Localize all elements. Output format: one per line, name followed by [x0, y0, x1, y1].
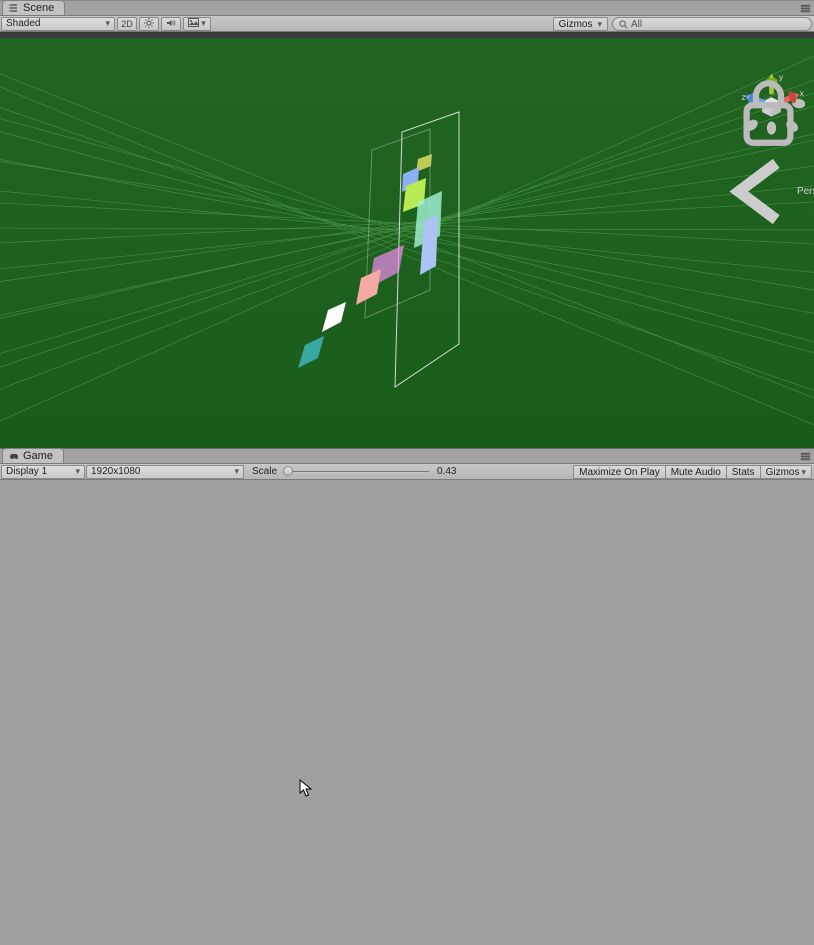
image-icon	[188, 18, 199, 29]
scene-toolbar: Shaded 2D ▾ Gizmos All	[0, 16, 814, 32]
resolution-dropdown[interactable]: 1920x1080	[86, 465, 244, 479]
game-tab[interactable]: Game	[2, 448, 64, 463]
game-toolbar: Display 1 1920x1080 Scale 0.43 Maximize …	[0, 464, 814, 480]
scene-viewport[interactable]: y x z Persp	[0, 32, 814, 448]
lock-icon[interactable]	[731, 74, 806, 152]
stats-label: Stats	[732, 467, 755, 478]
scene-search-input[interactable]: All	[612, 17, 812, 31]
cursor-icon	[299, 779, 314, 797]
projection-text: Persp	[797, 186, 814, 197]
maximize-on-play-toggle[interactable]: Maximize On Play	[573, 465, 665, 479]
scene-tab-icon	[9, 3, 19, 13]
scene-tab-strip: Scene	[0, 0, 814, 16]
scene-panel-menu-button[interactable]	[800, 3, 811, 14]
display-label: Display 1	[6, 466, 47, 477]
scale-label: Scale	[252, 466, 277, 477]
shading-mode-dropdown[interactable]: Shaded	[1, 17, 115, 31]
maximize-label: Maximize On Play	[579, 467, 660, 478]
scene-search-placeholder: All	[631, 19, 642, 30]
gizmos-dropdown[interactable]: Gizmos	[553, 17, 608, 31]
scale-value: 0.43	[437, 466, 456, 477]
search-icon	[619, 20, 628, 29]
game-tab-label: Game	[23, 450, 53, 462]
chevron-left-icon	[720, 154, 795, 229]
scene-2d-toggle[interactable]: 2D	[117, 17, 137, 31]
scale-slider-track	[283, 471, 429, 473]
audio-icon	[166, 18, 176, 30]
scene-2d-label: 2D	[121, 19, 133, 29]
shading-mode-label: Shaded	[6, 18, 40, 29]
scene-tab[interactable]: Scene	[2, 0, 65, 15]
chevron-down-icon: ▾	[201, 18, 206, 29]
scale-slider-thumb[interactable]	[283, 466, 293, 476]
axis-orientation-gizmo[interactable]: y x z Persp	[734, 68, 809, 168]
projection-mode-label[interactable]: Persp	[734, 154, 809, 229]
scene-grid	[0, 32, 814, 448]
scale-slider[interactable]	[283, 469, 429, 475]
scene-lighting-toggle[interactable]	[139, 17, 159, 31]
scene-tab-label: Scene	[23, 2, 54, 14]
game-tab-strip: Game	[0, 448, 814, 464]
mute-audio-toggle[interactable]: Mute Audio	[665, 465, 726, 479]
game-panel-menu-button[interactable]	[800, 451, 811, 462]
game-viewport[interactable]	[0, 480, 814, 941]
gizmos-label: Gizmos	[559, 19, 593, 30]
scene-audio-toggle[interactable]	[161, 17, 181, 31]
game-tab-icon	[9, 451, 19, 461]
resolution-label: 1920x1080	[91, 466, 141, 477]
sun-icon	[144, 18, 154, 30]
game-gizmos-dropdown[interactable]: Gizmos	[760, 465, 812, 479]
display-dropdown[interactable]: Display 1	[1, 465, 85, 479]
game-gizmos-label: Gizmos	[766, 467, 800, 478]
stats-toggle[interactable]: Stats	[726, 465, 760, 479]
mute-label: Mute Audio	[671, 467, 721, 478]
scene-effects-dropdown[interactable]: ▾	[183, 17, 211, 31]
